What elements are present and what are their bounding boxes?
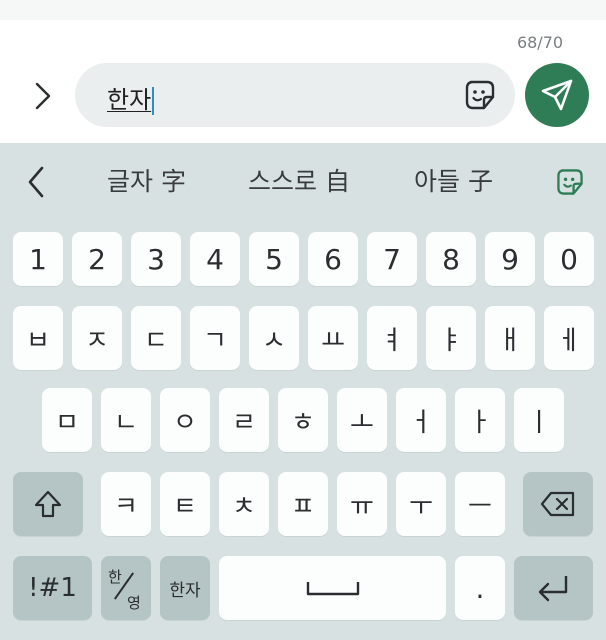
- backspace-icon: [540, 491, 575, 517]
- backspace-key[interactable]: [523, 472, 593, 536]
- text-caret: [152, 87, 155, 115]
- suggestion-back-button[interactable]: [18, 163, 54, 201]
- key-number[interactable]: 0: [544, 232, 594, 286]
- key-number[interactable]: 7: [367, 232, 417, 286]
- sticker-button[interactable]: [462, 77, 498, 113]
- key-number[interactable]: 5: [249, 232, 299, 286]
- expand-button[interactable]: [22, 78, 64, 114]
- key-letter[interactable]: ㅊ: [219, 472, 269, 536]
- key-number[interactable]: 6: [308, 232, 358, 286]
- key-letter[interactable]: ㄷ: [131, 306, 181, 370]
- keyboard: 글자 字 스스로 自 아들 子 1 2 3 4 5 6 7 8 9 0 ㅂ ㅈ …: [0, 143, 606, 640]
- key-letter[interactable]: ㅍ: [278, 472, 328, 536]
- key-number[interactable]: 2: [72, 232, 122, 286]
- key-letter[interactable]: ㅇ: [160, 388, 210, 452]
- suggestion-3[interactable]: 아들 子: [414, 163, 493, 201]
- language-switch-key[interactable]: 한 영: [101, 556, 151, 620]
- key-letter[interactable]: ㅜ: [396, 472, 446, 536]
- message-input[interactable]: 한자: [75, 63, 515, 127]
- key-letter[interactable]: ㅁ: [42, 388, 92, 452]
- space-bar-icon: [306, 582, 359, 596]
- sticker-icon: [557, 169, 583, 195]
- key-letter[interactable]: ㅌ: [160, 472, 210, 536]
- message-text: 한자: [107, 86, 152, 114]
- shift-arrow-icon: [34, 490, 62, 518]
- key-number[interactable]: 8: [426, 232, 476, 286]
- key-letter[interactable]: ㅛ: [308, 306, 358, 370]
- key-letter[interactable]: ㅕ: [367, 306, 417, 370]
- key-letter[interactable]: ㅔ: [544, 306, 594, 370]
- top-strip: [0, 0, 606, 20]
- key-letter[interactable]: ㅈ: [72, 306, 122, 370]
- suggestion-2[interactable]: 스스로 自: [248, 163, 350, 201]
- chevron-right-icon: [35, 82, 51, 110]
- key-letter[interactable]: ㅏ: [455, 388, 505, 452]
- sticker-icon: [465, 80, 495, 110]
- key-letter[interactable]: ㅐ: [485, 306, 535, 370]
- lang-english-label: 영: [127, 594, 141, 612]
- key-number[interactable]: 1: [13, 232, 63, 286]
- chevron-left-icon: [28, 166, 44, 198]
- suggestion-1[interactable]: 글자 字: [107, 163, 186, 201]
- key-letter[interactable]: ㅎ: [278, 388, 328, 452]
- shift-key[interactable]: [13, 472, 83, 536]
- key-letter[interactable]: ㅠ: [337, 472, 387, 536]
- key-letter[interactable]: ㅗ: [337, 388, 387, 452]
- message-text-line[interactable]: 한자: [107, 80, 155, 115]
- enter-return-icon: [538, 576, 567, 602]
- key-number[interactable]: 9: [485, 232, 535, 286]
- hanja-key[interactable]: 한자: [160, 556, 210, 620]
- send-icon: [541, 79, 573, 111]
- space-key[interactable]: [219, 556, 446, 620]
- period-key[interactable]: .: [455, 556, 505, 620]
- character-counter: 68/70: [516, 33, 564, 52]
- key-number[interactable]: 3: [131, 232, 181, 286]
- key-number[interactable]: 4: [190, 232, 240, 286]
- language-switch-label: 한 영: [101, 556, 151, 620]
- key-letter[interactable]: ㅓ: [396, 388, 446, 452]
- key-letter[interactable]: ㄴ: [101, 388, 151, 452]
- key-letter[interactable]: ㅡ: [455, 472, 505, 536]
- key-letter[interactable]: ㅂ: [13, 306, 63, 370]
- key-letter[interactable]: ㅋ: [101, 472, 151, 536]
- lang-korean-label: 한: [108, 568, 122, 586]
- send-button[interactable]: [525, 63, 589, 127]
- symbols-key[interactable]: !#1: [13, 556, 92, 620]
- emoji-sticker-button[interactable]: [552, 163, 588, 201]
- key-letter[interactable]: ㅣ: [514, 388, 564, 452]
- enter-key[interactable]: [514, 556, 593, 620]
- key-letter[interactable]: ㄹ: [219, 388, 269, 452]
- key-letter[interactable]: ㅅ: [249, 306, 299, 370]
- key-letter[interactable]: ㄱ: [190, 306, 240, 370]
- suggestion-bar: 글자 字 스스로 自 아들 子: [0, 143, 606, 221]
- key-letter[interactable]: ㅑ: [426, 306, 476, 370]
